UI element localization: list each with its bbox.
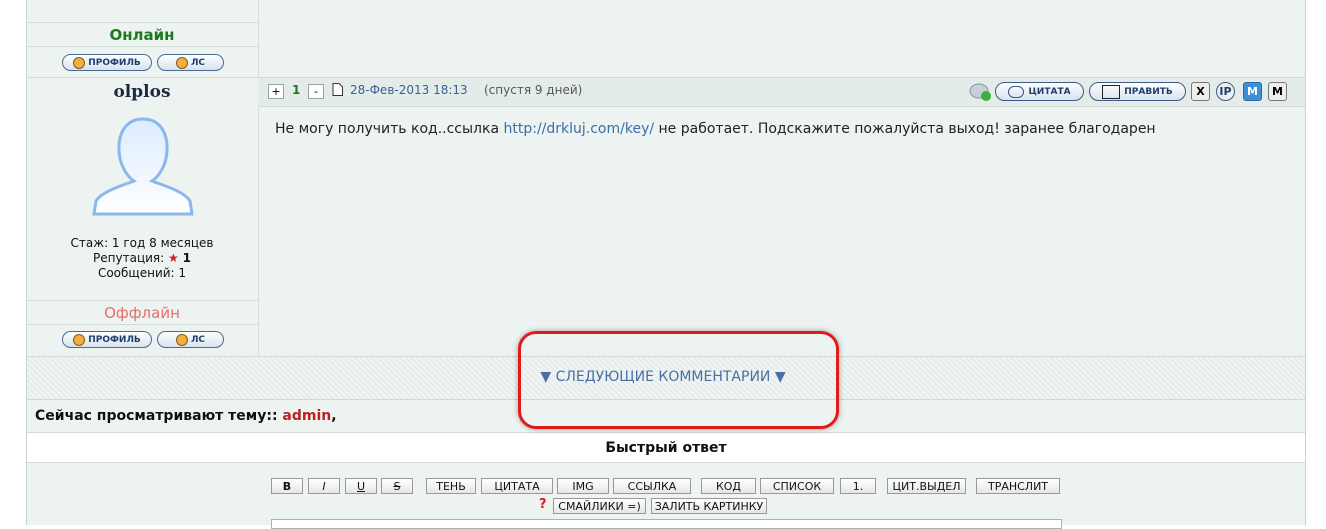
- italic-button[interactable]: I: [308, 478, 340, 494]
- quote-selection-button[interactable]: ЦИТ.ВЫДЕЛ: [887, 478, 966, 494]
- profile-button-label: ПРОФИЛЬ: [88, 334, 141, 345]
- vote-count: 1: [292, 83, 301, 97]
- ip-button[interactable]: IP: [1216, 82, 1235, 101]
- edit-button[interactable]: ПРАВИТЬ: [1089, 82, 1186, 101]
- edit-button-label: ПРАВИТЬ: [1124, 86, 1173, 97]
- comment-status-icon: [969, 83, 991, 101]
- profile-icon: [73, 333, 86, 346]
- pm-button[interactable]: ЛС: [157, 331, 224, 348]
- profile-button[interactable]: ПРОФИЛЬ: [62, 331, 152, 348]
- quote-tag-button[interactable]: ЦИТАТА: [481, 478, 553, 494]
- translit-button[interactable]: ТРАНСЛИТ: [976, 478, 1060, 494]
- quote-button-label: ЦИТАТА: [1028, 86, 1071, 97]
- vote-plus-button[interactable]: +: [268, 84, 284, 99]
- quick-reply-title: Быстрый ответ: [27, 432, 1305, 463]
- separator: [26, 324, 258, 325]
- viewers-line: Сейчас просматривают тему:: admin,: [35, 408, 337, 424]
- post-text-after: не работает. Подскажите пожалуйста выход…: [658, 121, 1156, 137]
- user-reputation: Репутация: ★ 1: [26, 251, 258, 265]
- post-time-after: (спустя 9 дней): [484, 83, 583, 97]
- post-link[interactable]: http://drkluj.com/key/: [503, 121, 654, 137]
- edit-icon: [1102, 84, 1121, 99]
- post-date-link[interactable]: 28-Фев-2013 18:13: [350, 83, 468, 97]
- pm-icon: [175, 56, 188, 69]
- highlight-annotation: [518, 331, 839, 429]
- viewers-sep: ,: [331, 408, 337, 424]
- user-status-offline: Оффлайн: [104, 304, 180, 322]
- separator: [26, 46, 258, 47]
- strike-button[interactable]: S: [381, 478, 413, 494]
- mod-menu-button[interactable]: M: [1268, 82, 1287, 101]
- profile-button-label: ПРОФИЛЬ: [88, 57, 141, 68]
- numbered-list-button[interactable]: 1.: [840, 478, 876, 494]
- pm-button-label: ЛС: [190, 334, 206, 345]
- username[interactable]: olplos: [26, 82, 258, 102]
- pm-button-label: ЛС: [190, 57, 206, 68]
- profile-button[interactable]: ПРОФИЛЬ: [62, 54, 152, 71]
- viewers-label: Сейчас просматривают тему::: [35, 408, 278, 424]
- reputation-value: 1: [182, 251, 191, 265]
- star-icon: ★: [168, 251, 179, 265]
- link-button[interactable]: ССЫЛКА: [613, 478, 691, 494]
- img-button[interactable]: IMG: [557, 478, 609, 494]
- quote-button[interactable]: ЦИТАТА: [995, 82, 1084, 101]
- shadow-button[interactable]: ТЕНЬ: [426, 478, 476, 494]
- smilies-button[interactable]: СМАЙЛИКИ =): [553, 498, 646, 514]
- profile-icon: [73, 56, 86, 69]
- pm-icon: [175, 333, 188, 346]
- list-button[interactable]: СПИСОК: [760, 478, 834, 494]
- user-status-online: Онлайн: [109, 26, 175, 44]
- upload-image-button[interactable]: ЗАЛИТЬ КАРТИНКУ: [651, 498, 767, 514]
- reputation-label: Репутация:: [93, 251, 165, 265]
- help-link[interactable]: ?: [539, 497, 547, 512]
- user-messages: Сообщений: 1: [97, 266, 187, 280]
- separator: [26, 300, 258, 301]
- bold-button[interactable]: B: [271, 478, 303, 494]
- vote-minus-button[interactable]: -: [308, 84, 324, 99]
- reply-textarea[interactable]: [271, 519, 1062, 529]
- code-button[interactable]: КОД: [701, 478, 756, 494]
- separator: [26, 22, 258, 23]
- underline-button[interactable]: U: [345, 478, 377, 494]
- post-text-before: Не могу получить код..ссылка: [275, 121, 500, 137]
- avatar-silhouette-icon: [92, 117, 194, 216]
- post-text: Не могу получить код..ссылка http://drkl…: [275, 121, 1156, 137]
- moderate-button[interactable]: M: [1243, 82, 1262, 101]
- pm-button[interactable]: ЛС: [157, 54, 224, 71]
- user-tenure: Стаж: 1 год 8 месяцев: [70, 236, 214, 250]
- delete-button[interactable]: X: [1191, 82, 1210, 101]
- post-icon: [332, 83, 343, 96]
- viewer-admin-link[interactable]: admin: [282, 408, 331, 424]
- quote-icon: [1008, 85, 1025, 98]
